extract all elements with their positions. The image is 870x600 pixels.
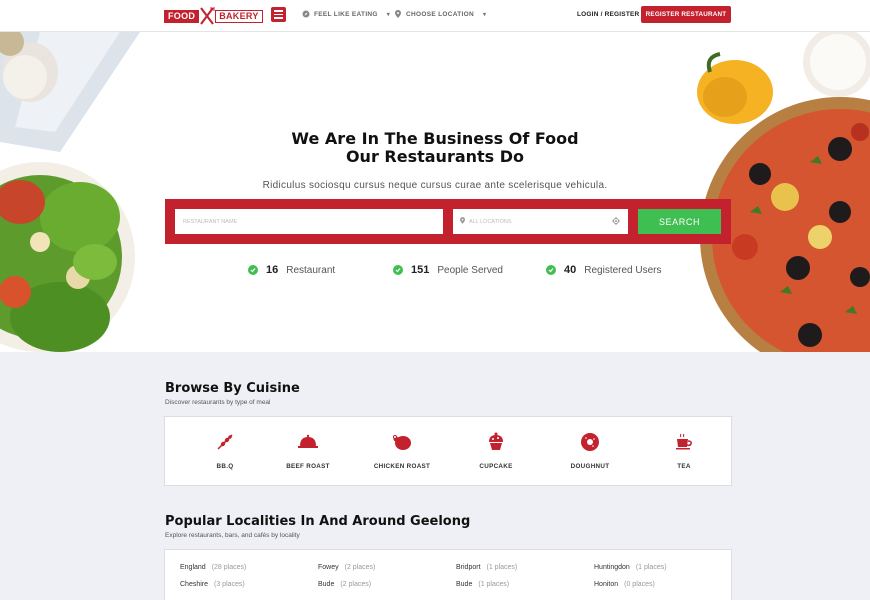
feel-like-eating-label: FEEL LIKE EATING — [314, 10, 378, 18]
locality-item[interactable]: Honiton (0 places) — [594, 581, 655, 588]
hero-title-line2: Our Restaurants Do — [345, 147, 525, 166]
locality-item[interactable]: Bude (2 places) — [318, 581, 371, 588]
hero-title: We Are In The Business Of Food Our Resta… — [0, 130, 870, 166]
locality-count: (1 places) — [478, 581, 510, 588]
cuisine-label: CHICKEN ROAST — [373, 463, 431, 470]
cuisine-label: TEA — [677, 463, 691, 470]
stat-registered-users: 40 Registered Users — [546, 264, 662, 276]
feel-like-eating-dropdown[interactable]: FEEL LIKE EATING ▾ — [302, 10, 390, 18]
map-pin-icon — [394, 10, 402, 18]
locality-count: (2 places) — [344, 564, 376, 571]
check-circle-icon — [546, 265, 556, 275]
cuisine-label: BEEF ROAST — [286, 463, 330, 470]
locality-count: (1 places) — [486, 564, 518, 571]
choose-location-dropdown[interactable]: CHOOSE LOCATION ▾ — [394, 10, 486, 18]
locality-count: (2 places) — [340, 581, 372, 588]
choose-location-label: CHOOSE LOCATION — [406, 10, 474, 18]
cuisine-item-beef-roast[interactable]: BEEF ROAST — [268, 431, 348, 470]
locality-item[interactable]: Huntingdon (1 places) — [594, 564, 667, 571]
check-circle-icon — [393, 265, 403, 275]
stat-number: 151 — [411, 264, 430, 276]
localities-list: England (28 places) Fowey (2 places) Bridp… — [164, 549, 732, 600]
stat-restaurants: 16 Restaurant — [248, 264, 335, 276]
cuisine-item-cupcake[interactable]: CUPCAKE — [456, 431, 536, 470]
locality-item[interactable]: Bude (1 places) — [456, 581, 509, 588]
menu-bar — [274, 13, 283, 16]
cuisine-label: BB.Q — [216, 463, 234, 470]
locate-me-icon[interactable] — [612, 217, 620, 227]
beef-roast-icon — [297, 431, 319, 453]
check-circle-icon — [248, 265, 258, 275]
cuisine-label: DOUGHNUT — [570, 463, 610, 470]
locality-name: Honiton — [594, 581, 619, 588]
stat-label: Registered Users — [584, 264, 662, 276]
localities-section-title: Popular Localities In And Around Geelong — [165, 514, 471, 529]
bbq-icon — [214, 431, 236, 453]
salad-plate-image — [0, 32, 140, 352]
fork-knife-icon — [199, 6, 215, 26]
tea-icon — [673, 431, 695, 453]
locality-count: (0 places) — [624, 581, 655, 588]
doughnut-icon — [579, 431, 601, 453]
locality-name: Cheshire — [180, 581, 209, 588]
search-bar: RESTAURANT NAME ALL LOCATIONS SEARCH — [165, 199, 731, 244]
hero-subtitle: Ridiculus sociosqu cursus neque cursus c… — [262, 180, 608, 191]
map-pin-icon — [460, 217, 465, 226]
search-button[interactable]: SEARCH — [638, 209, 721, 234]
chevron-down-icon: ▾ — [482, 11, 487, 18]
locality-name: Bude — [456, 581, 473, 588]
locality-name: Huntingdon — [594, 564, 630, 571]
login-register-link[interactable]: LOGIN / REGISTER — [577, 11, 639, 18]
stat-number: 40 — [564, 264, 577, 276]
cuisine-section-title: Browse By Cuisine — [165, 381, 300, 396]
locality-name: Fowey — [318, 564, 339, 571]
stat-label: People Served — [437, 264, 503, 276]
hero-section: We Are In The Business Of Food Our Resta… — [0, 32, 870, 352]
cuisine-item-bbq[interactable]: BB.Q — [185, 431, 265, 470]
site-header: FOOD BAKERY FEEL LIKE EATING ▾ CHOOSE LO… — [0, 0, 870, 32]
logo-food-text: FOOD — [164, 9, 200, 23]
hero-title-line1: We Are In The Business Of Food — [291, 129, 579, 148]
cuisine-item-chicken-roast[interactable]: CHICKEN ROAST — [362, 431, 442, 470]
stat-number: 16 — [266, 264, 279, 276]
locality-name: England — [180, 564, 206, 571]
restaurant-name-input[interactable]: RESTAURANT NAME — [175, 209, 443, 234]
locality-item[interactable]: England (28 places) — [180, 564, 246, 571]
localities-section-subtitle: Explore restaurants, bars, and cafés by … — [165, 532, 300, 539]
menu-bar — [274, 10, 283, 12]
compass-icon — [302, 10, 310, 18]
locality-name: Bridport — [456, 564, 481, 571]
location-select[interactable]: ALL LOCATIONS — [453, 209, 628, 234]
cuisine-label: CUPCAKE — [479, 463, 513, 470]
locality-count: (28 places) — [211, 564, 247, 571]
cuisine-item-doughnut[interactable]: DOUGHNUT — [550, 431, 630, 470]
cupcake-icon — [485, 431, 507, 453]
locality-count: (1 places) — [635, 564, 667, 571]
cuisine-section-subtitle: Discover restaurants by type of meal — [165, 399, 271, 406]
register-restaurant-button[interactable]: REGISTER RESTAURANT — [641, 6, 731, 23]
location-placeholder: ALL LOCATIONS — [469, 218, 512, 225]
hamburger-menu-button[interactable] — [271, 7, 286, 22]
chevron-down-icon: ▾ — [386, 11, 391, 18]
chicken-roast-icon — [391, 431, 413, 453]
cuisine-list: BB.Q BEEF ROAST CHICKEN ROAST CUPCAKE DO… — [164, 416, 732, 486]
locality-item[interactable]: Cheshire (3 places) — [180, 581, 245, 588]
site-logo[interactable]: FOOD BAKERY — [164, 6, 263, 26]
locality-count: (3 places) — [214, 581, 245, 588]
locality-item[interactable]: Fowey (2 places) — [318, 564, 375, 571]
locality-item[interactable]: Bridport (1 places) — [456, 564, 517, 571]
logo-bakery-text: BAKERY — [215, 9, 263, 23]
stat-label: Restaurant — [286, 264, 336, 276]
stat-people-served: 151 People Served — [393, 264, 503, 276]
pizza-image — [690, 32, 870, 352]
menu-bar — [274, 17, 283, 19]
locality-name: Bude — [318, 581, 335, 588]
cuisine-item-tea[interactable]: TEA — [644, 431, 724, 470]
